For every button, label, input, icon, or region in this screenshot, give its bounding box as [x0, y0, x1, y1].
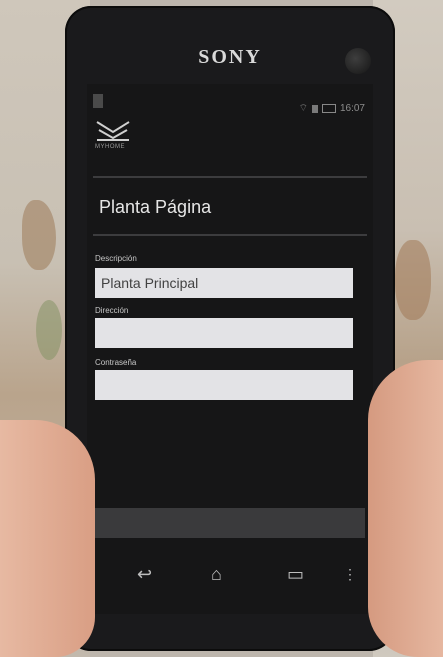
field-label-contrasena: Contraseña — [95, 358, 137, 367]
app-logo-icon — [96, 121, 130, 141]
battery-icon — [321, 104, 336, 113]
app-logo-text: MYHOME — [95, 144, 125, 150]
home-icon[interactable]: ⌂ — [211, 564, 222, 585]
smartphone: SONY ⌔ 16:07 MYHOME Planta Página Descri… — [65, 6, 395, 651]
status-bar: ⌔ 16:07 — [87, 84, 373, 116]
hand-fingers-right — [368, 360, 443, 657]
field-label-direccion: Dirección — [95, 306, 129, 315]
background-leaf — [36, 300, 62, 360]
signal-icon — [311, 104, 318, 113]
phone-screen: ⌔ 16:07 MYHOME Planta Página Descripción… — [87, 84, 373, 614]
field-label-descripcion: Descripción — [95, 254, 137, 263]
direccion-input[interactable] — [95, 318, 353, 348]
page-title: Planta Página — [99, 197, 212, 217]
contrasena-input[interactable] — [95, 370, 353, 400]
notification-icon — [93, 94, 103, 108]
status-icons: ⌔ 16:07 — [299, 102, 365, 115]
front-camera — [345, 48, 371, 74]
descripcion-input[interactable]: Planta Principal — [95, 268, 353, 298]
action-button[interactable] — [93, 508, 365, 538]
menu-icon[interactable]: ⋮ — [343, 566, 357, 583]
back-icon[interactable]: ↩ — [137, 564, 152, 585]
status-time: 16:07 — [339, 103, 365, 114]
hand-thumb-left — [0, 420, 95, 657]
top-divider — [93, 176, 367, 178]
title-divider — [93, 234, 367, 236]
navigation-bar: ↩ ⌂ ▭ ⋮ — [87, 546, 373, 606]
wifi-icon: ⌔ — [298, 103, 308, 114]
background-leaf — [395, 240, 431, 320]
recent-apps-icon[interactable]: ▭ — [287, 564, 304, 585]
